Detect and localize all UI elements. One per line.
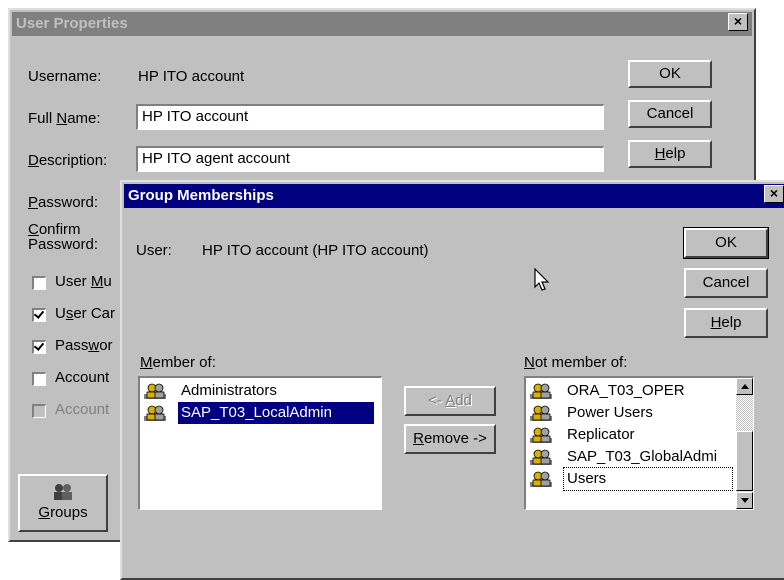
list-item[interactable]: SAP_T03_LocalAdmin bbox=[142, 402, 378, 424]
checkbox-label: User Car bbox=[55, 305, 116, 322]
checkbox[interactable] bbox=[32, 372, 46, 386]
not-member-of-list[interactable]: ORA_T03_OPER Power Users Replicator SAP_… bbox=[524, 376, 754, 510]
groups-icon bbox=[54, 484, 72, 500]
list-item[interactable]: SAP_T03_GlobalAdmi bbox=[528, 446, 732, 468]
list-item[interactable]: ORA_T03_OPER bbox=[528, 380, 732, 402]
checkbox[interactable] bbox=[32, 340, 46, 354]
list-item-label: SAP_T03_GlobalAdmi bbox=[567, 448, 718, 465]
list-item-label: Administrators bbox=[181, 382, 277, 399]
password-label: Password: bbox=[28, 194, 99, 211]
list-item-label: ORA_T03_OPER bbox=[567, 382, 685, 399]
list-item-label: Replicator bbox=[567, 426, 635, 443]
group-memberships-titlebar[interactable]: Group Memberships bbox=[124, 184, 784, 208]
groups-button-label: Groups bbox=[38, 504, 88, 521]
user-properties-titlebar[interactable]: User Properties bbox=[12, 12, 752, 36]
cancel-button[interactable]: Cancel bbox=[628, 100, 712, 128]
add-button: <- Add bbox=[404, 386, 496, 416]
vertical-scrollbar[interactable] bbox=[736, 378, 753, 509]
window-title: User Properties bbox=[16, 15, 128, 32]
list-item[interactable]: Users bbox=[528, 467, 733, 491]
list-item-label: Power Users bbox=[567, 404, 653, 421]
ok-button[interactable]: OK bbox=[628, 60, 712, 88]
close-icon[interactable]: × bbox=[764, 185, 784, 203]
list-item[interactable]: Administrators bbox=[142, 380, 378, 402]
dialog-title: Group Memberships bbox=[128, 187, 274, 204]
description-label: Description: bbox=[28, 152, 108, 169]
username-value: HP ITO account bbox=[138, 68, 245, 85]
checkbox-label: User Mu bbox=[55, 273, 112, 290]
group-icon bbox=[144, 405, 166, 421]
fullname-label: Full Name: bbox=[28, 110, 101, 127]
close-icon[interactable]: × bbox=[728, 13, 748, 31]
member-of-list[interactable]: Administrators SAP_T03_LocalAdmin bbox=[138, 376, 382, 510]
scroll-up-icon[interactable] bbox=[736, 378, 753, 395]
description-field[interactable]: HP ITO agent account bbox=[136, 146, 604, 172]
group-memberships-dialog: Group Memberships × User: HP ITO account… bbox=[120, 180, 784, 580]
group-icon bbox=[530, 471, 552, 487]
member-of-label: Member of: bbox=[140, 354, 216, 371]
groups-button[interactable]: Groups bbox=[18, 474, 108, 532]
confirm-password-label: Confirm Password: bbox=[28, 221, 99, 253]
group-icon bbox=[144, 383, 166, 399]
checkbox[interactable] bbox=[32, 308, 46, 322]
scrollbar-thumb[interactable] bbox=[736, 431, 753, 491]
not-member-of-label: Not member of: bbox=[524, 354, 628, 371]
list-item-label: Users bbox=[563, 467, 733, 491]
scroll-down-icon[interactable] bbox=[736, 492, 753, 509]
user-label: User: bbox=[136, 242, 172, 259]
scrollbar-track[interactable] bbox=[736, 395, 753, 431]
ok-button[interactable]: OK bbox=[683, 227, 769, 259]
list-item-label: SAP_T03_LocalAdmin bbox=[178, 402, 374, 424]
group-icon bbox=[530, 383, 552, 399]
checkbox-label: Account bbox=[55, 369, 110, 386]
checkbox[interactable] bbox=[32, 276, 46, 290]
list-item[interactable]: Replicator bbox=[528, 424, 732, 446]
mouse-cursor-icon bbox=[534, 268, 550, 291]
list-item[interactable]: Power Users bbox=[528, 402, 732, 424]
group-icon bbox=[530, 427, 552, 443]
checkbox bbox=[32, 404, 46, 418]
remove-button[interactable]: Remove -> bbox=[404, 424, 496, 454]
help-button[interactable]: Help bbox=[684, 308, 768, 338]
help-button[interactable]: Help bbox=[628, 140, 712, 168]
user-value: HP ITO account (HP ITO account) bbox=[202, 242, 429, 259]
fullname-field[interactable]: HP ITO account bbox=[136, 104, 604, 130]
checkbox-label: Account bbox=[55, 401, 110, 418]
group-icon bbox=[530, 449, 552, 465]
checkbox-label: Passwor bbox=[55, 337, 113, 354]
username-label: Username: bbox=[28, 68, 102, 85]
cancel-button[interactable]: Cancel bbox=[684, 268, 768, 298]
group-icon bbox=[530, 405, 552, 421]
